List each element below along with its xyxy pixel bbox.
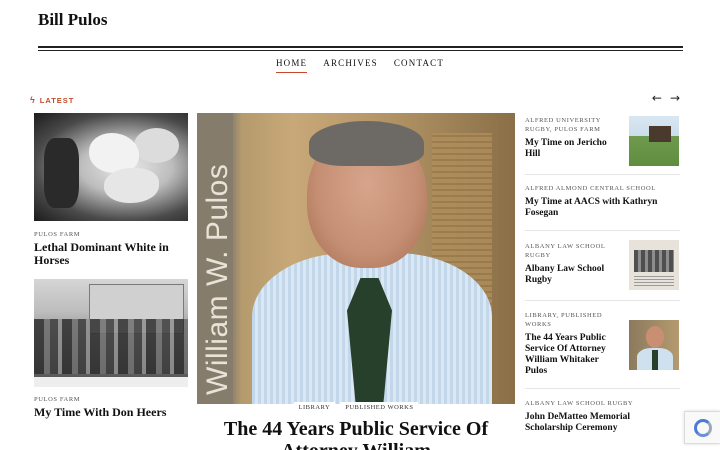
bolt-icon: ϟ <box>30 95 36 105</box>
feature-image-text: William W. Pulos <box>201 163 234 395</box>
sidebar-post[interactable]: ALBANY LAW SCHOOL RUGBY Albany Law Schoo… <box>525 240 680 290</box>
divider <box>525 174 680 175</box>
tag-published-works[interactable]: PUBLISHED WORKS <box>340 402 419 413</box>
post-thumbnail[interactable] <box>629 240 679 290</box>
recaptcha-icon <box>693 418 712 437</box>
post-thumbnail[interactable] <box>629 320 679 370</box>
header-rule <box>38 46 683 48</box>
post-thumbnail[interactable] <box>629 116 679 166</box>
latest-label: LATEST <box>39 95 75 105</box>
divider <box>525 300 680 301</box>
post-title[interactable]: Albany Law School Rugby <box>525 264 620 286</box>
post-title[interactable]: John DeMatteo Memorial Scholarship Cerem… <box>525 412 645 434</box>
post-title[interactable]: My Time With Don Heers <box>34 406 188 419</box>
post-title[interactable]: My Time on Jericho Hill <box>525 138 620 160</box>
slider-arrows: ← → <box>652 91 680 105</box>
recaptcha-badge[interactable] <box>684 411 720 444</box>
arrow-left-icon[interactable]: ← <box>652 91 662 105</box>
site-title[interactable]: Bill Pulos <box>38 10 107 30</box>
post-category[interactable]: ALFRED UNIVERSITY RUGBY, PULOS FARM <box>525 116 620 134</box>
feature-image[interactable]: William W. Pulos <box>197 113 515 404</box>
nav-home[interactable]: HOME <box>275 56 308 73</box>
sidebar-post[interactable]: LIBRARY, PUBLISHED WORKS The 44 Years Pu… <box>525 311 680 377</box>
post-category[interactable]: PULOS FARM <box>34 230 188 239</box>
post-title[interactable]: My Time at AACS with Kathryn Fosegan <box>525 197 665 219</box>
sidebar-post[interactable]: ALBANY LAW SCHOOL RUGBY John DeMatteo Me… <box>525 399 680 434</box>
sidebar-post[interactable]: ALFRED ALMOND CENTRAL SCHOOL My Time at … <box>525 184 680 219</box>
post-card[interactable]: PULOS FARM Lethal Dominant White in Hors… <box>34 113 188 267</box>
post-category[interactable]: ALBANY LAW SCHOOL RUGBY <box>525 242 620 260</box>
nav-contact[interactable]: CONTACT <box>394 56 444 73</box>
post-title[interactable]: The 44 Years Public Service Of Attorney … <box>525 333 620 377</box>
post-card[interactable]: PULOS FARM My Time With Don Heers <box>34 279 188 419</box>
tag-library[interactable]: LIBRARY <box>293 402 336 413</box>
feature-title[interactable]: The 44 Years Public Service Of Attorney … <box>205 418 507 450</box>
post-category[interactable]: ALBANY LAW SCHOOL RUGBY <box>525 399 680 408</box>
post-thumbnail[interactable] <box>34 113 188 221</box>
post-category[interactable]: LIBRARY, PUBLISHED WORKS <box>525 311 620 329</box>
post-category[interactable]: ALFRED ALMOND CENTRAL SCHOOL <box>525 184 680 193</box>
feature-tags: LIBRARY PUBLISHED WORKS <box>197 402 515 413</box>
header-rule-thin <box>38 50 683 51</box>
divider <box>525 388 680 389</box>
divider <box>525 230 680 231</box>
main-nav: HOME ARCHIVES CONTACT <box>0 56 720 73</box>
post-category[interactable]: PULOS FARM <box>34 395 188 404</box>
post-title[interactable]: Lethal Dominant White in Horses <box>34 241 188 267</box>
arrow-right-icon[interactable]: → <box>670 91 680 105</box>
latest-heading: ϟ LATEST <box>30 95 74 105</box>
nav-archives[interactable]: ARCHIVES <box>323 56 378 73</box>
post-thumbnail[interactable] <box>34 279 188 387</box>
sidebar-post[interactable]: ALFRED UNIVERSITY RUGBY, PULOS FARM My T… <box>525 116 680 166</box>
